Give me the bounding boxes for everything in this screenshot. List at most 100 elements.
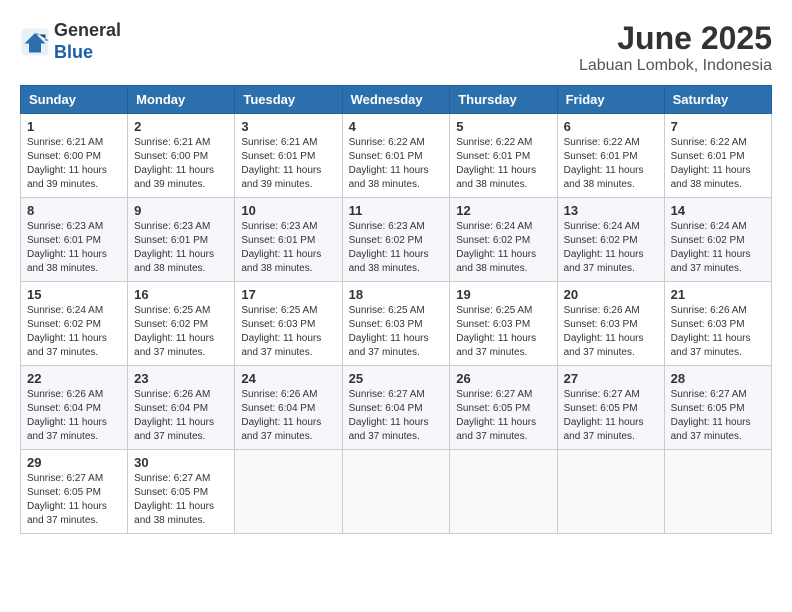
day-number: 7 [671,119,765,134]
calendar-day-cell: 17Sunrise: 6:25 AM Sunset: 6:03 PM Dayli… [235,282,342,366]
header: General Blue June 2025 Labuan Lombok, In… [20,20,772,75]
day-info: Sunrise: 6:24 AM Sunset: 6:02 PM Dayligh… [456,220,550,276]
day-number: 19 [456,287,550,302]
day-info: Sunrise: 6:23 AM Sunset: 6:02 PM Dayligh… [349,220,444,276]
calendar-week-row: 15 Sunrise: 6:24 AM Sunset: 6:02 PM Dayli… [21,282,772,366]
day-info: Sunrise: 6:25 AM Sunset: 6:02 PM Dayligh… [134,304,228,360]
calendar-day-cell: 6 Sunrise: 6:22 AM Sunset: 6:01 PM Daylig… [557,114,664,198]
logo: General Blue [20,20,121,63]
logo-icon [20,27,50,57]
weekday-header-sunday: Sunday [21,86,128,114]
day-number: 4 [349,119,444,134]
calendar-day-cell: 13 Sunrise: 6:24 AM Sunset: 6:02 PM Dayli… [557,198,664,282]
day-info: Sunrise: 6:24 AM Sunset: 6:02 PM Dayligh… [564,220,658,276]
calendar-day-cell: 5 Sunrise: 6:22 AM Sunset: 6:01 PM Daylig… [450,114,557,198]
day-info: Sunrise: 6:22 AM Sunset: 6:01 PM Dayligh… [456,136,550,192]
day-number: 2 [134,119,228,134]
calendar-day-cell: 20Sunrise: 6:26 AM Sunset: 6:03 PM Dayli… [557,282,664,366]
calendar-day-cell: 18Sunrise: 6:25 AM Sunset: 6:03 PM Dayli… [342,282,450,366]
weekday-header-monday: Monday [128,86,235,114]
day-info: Sunrise: 6:26 AM Sunset: 6:04 PM Dayligh… [241,388,335,444]
calendar-day-cell [664,450,771,534]
calendar-day-cell: 10 Sunrise: 6:23 AM Sunset: 6:01 PM Dayli… [235,198,342,282]
calendar-day-cell: 15 Sunrise: 6:24 AM Sunset: 6:02 PM Dayli… [21,282,128,366]
calendar-day-cell: 23 Sunrise: 6:26 AM Sunset: 6:04 PM Dayli… [128,366,235,450]
day-info: Sunrise: 6:26 AM Sunset: 6:04 PM Dayligh… [27,388,121,444]
day-info: Sunrise: 6:26 AM Sunset: 6:03 PM Dayligh… [671,304,765,360]
calendar-day-cell: 16 Sunrise: 6:25 AM Sunset: 6:02 PM Dayli… [128,282,235,366]
month-year-title: June 2025 [579,20,772,57]
day-info: Sunrise: 6:21 AM Sunset: 6:00 PM Dayligh… [27,136,121,192]
day-info: Sunrise: 6:27 AM Sunset: 6:05 PM Dayligh… [456,388,550,444]
calendar-week-row: 8 Sunrise: 6:23 AM Sunset: 6:01 PM Daylig… [21,198,772,282]
day-number: 29 [27,455,121,470]
calendar-day-cell: 21 Sunrise: 6:26 AM Sunset: 6:03 PM Dayli… [664,282,771,366]
calendar-day-cell: 11 Sunrise: 6:23 AM Sunset: 6:02 PM Dayli… [342,198,450,282]
day-info: Sunrise: 6:21 AM Sunset: 6:00 PM Dayligh… [134,136,228,192]
day-number: 17 [241,287,335,302]
day-number: 23 [134,371,228,386]
day-info: Sunrise: 6:27 AM Sunset: 6:05 PM Dayligh… [134,472,228,528]
day-number: 25 [349,371,444,386]
logo-line1: General [54,20,121,42]
day-number: 1 [27,119,121,134]
calendar-day-cell: 14Sunrise: 6:24 AM Sunset: 6:02 PM Dayli… [664,198,771,282]
title-section: June 2025 Labuan Lombok, Indonesia [579,20,772,75]
day-info: Sunrise: 6:22 AM Sunset: 6:01 PM Dayligh… [671,136,765,192]
day-number: 21 [671,287,765,302]
calendar-day-cell: 22 Sunrise: 6:26 AM Sunset: 6:04 PM Dayli… [21,366,128,450]
weekday-header-saturday: Saturday [664,86,771,114]
day-info: Sunrise: 6:23 AM Sunset: 6:01 PM Dayligh… [134,220,228,276]
calendar-day-cell [235,450,342,534]
calendar-day-cell: 3 Sunrise: 6:21 AM Sunset: 6:01 PM Daylig… [235,114,342,198]
calendar-day-cell: 28 Sunrise: 6:27 AM Sunset: 6:05 PM Dayli… [664,366,771,450]
day-number: 3 [241,119,335,134]
calendar-day-cell: 26 Sunrise: 6:27 AM Sunset: 6:05 PM Dayli… [450,366,557,450]
day-number: 20 [564,287,658,302]
calendar-day-cell: 2 Sunrise: 6:21 AM Sunset: 6:00 PM Daylig… [128,114,235,198]
weekday-header-friday: Friday [557,86,664,114]
day-number: 9 [134,203,228,218]
weekday-header-tuesday: Tuesday [235,86,342,114]
day-info: Sunrise: 6:22 AM Sunset: 6:01 PM Dayligh… [564,136,658,192]
day-info: Sunrise: 6:27 AM Sunset: 6:05 PM Dayligh… [671,388,765,444]
day-number: 16 [134,287,228,302]
day-info: Sunrise: 6:22 AM Sunset: 6:01 PM Dayligh… [349,136,444,192]
logo-line2: Blue [54,42,121,64]
day-info: Sunrise: 6:21 AM Sunset: 6:01 PM Dayligh… [241,136,335,192]
day-number: 6 [564,119,658,134]
day-number: 8 [27,203,121,218]
calendar-day-cell [342,450,450,534]
calendar-day-cell: 9 Sunrise: 6:23 AM Sunset: 6:01 PM Daylig… [128,198,235,282]
calendar-day-cell: 7 Sunrise: 6:22 AM Sunset: 6:01 PM Daylig… [664,114,771,198]
calendar-day-cell: 25Sunrise: 6:27 AM Sunset: 6:04 PM Dayli… [342,366,450,450]
day-info: Sunrise: 6:24 AM Sunset: 6:02 PM Dayligh… [671,220,765,276]
calendar-day-cell [450,450,557,534]
day-number: 5 [456,119,550,134]
location-title: Labuan Lombok, Indonesia [579,57,772,75]
calendar-day-cell: 1 Sunrise: 6:21 AM Sunset: 6:00 PM Daylig… [21,114,128,198]
calendar-day-cell: 29Sunrise: 6:27 AM Sunset: 6:05 PM Dayli… [21,450,128,534]
day-info: Sunrise: 6:26 AM Sunset: 6:04 PM Dayligh… [134,388,228,444]
calendar-day-cell: 8Sunrise: 6:23 AM Sunset: 6:01 PM Daylig… [21,198,128,282]
day-number: 27 [564,371,658,386]
day-number: 18 [349,287,444,302]
day-number: 28 [671,371,765,386]
calendar-day-cell: 12 Sunrise: 6:24 AM Sunset: 6:02 PM Dayli… [450,198,557,282]
calendar-day-cell: 4 Sunrise: 6:22 AM Sunset: 6:01 PM Daylig… [342,114,450,198]
day-number: 12 [456,203,550,218]
day-number: 13 [564,203,658,218]
day-number: 24 [241,371,335,386]
day-number: 11 [349,203,444,218]
calendar-body: 1 Sunrise: 6:21 AM Sunset: 6:00 PM Daylig… [21,114,772,534]
weekday-header-thursday: Thursday [450,86,557,114]
calendar-day-cell: 19Sunrise: 6:25 AM Sunset: 6:03 PM Dayli… [450,282,557,366]
day-number: 26 [456,371,550,386]
day-info: Sunrise: 6:23 AM Sunset: 6:01 PM Dayligh… [241,220,335,276]
day-number: 15 [27,287,121,302]
day-info: Sunrise: 6:24 AM Sunset: 6:02 PM Dayligh… [27,304,121,360]
calendar-day-cell: 30Sunrise: 6:27 AM Sunset: 6:05 PM Dayli… [128,450,235,534]
calendar-day-cell: 24 Sunrise: 6:26 AM Sunset: 6:04 PM Dayli… [235,366,342,450]
day-number: 10 [241,203,335,218]
day-number: 22 [27,371,121,386]
